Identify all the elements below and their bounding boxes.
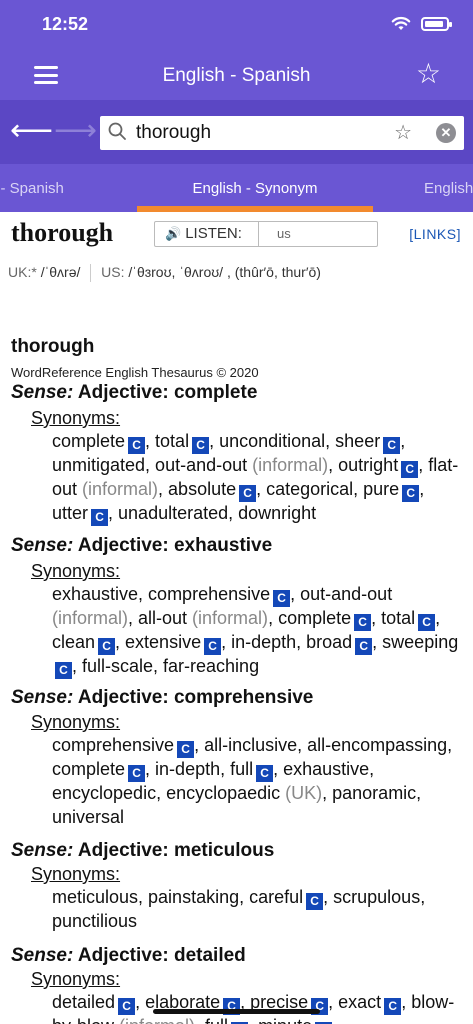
search-icon xyxy=(108,122,126,140)
synonym-list-text: comprehensive C, all-inclusive, all-encom… xyxy=(52,735,453,827)
search-box[interactable]: ☆ ✕ xyxy=(100,116,464,150)
concept-badge[interactable]: C xyxy=(91,509,109,526)
sense-heading: Sense: Adjective: detailed xyxy=(11,945,246,967)
synonyms-label: Synonyms: xyxy=(31,712,121,732)
nav-title: English - Spanish xyxy=(162,65,311,86)
synonym-list: detailed C, elaborate C, precise C, exact C,… xyxy=(52,991,464,1024)
favorite-star-icon[interactable]: ☆ xyxy=(394,120,412,145)
concept-badge[interactable]: C xyxy=(256,765,274,782)
star-icon[interactable]: ☆ xyxy=(416,60,441,88)
synonym-list: exhaustive, comprehensive C, out-and-out … xyxy=(52,583,464,679)
tab-english-next[interactable]: English xyxy=(424,180,473,197)
entry-content: thorough 🔊 LISTEN: us [LINKS] UK:* /ˈθʌrə… xyxy=(0,212,473,1024)
sense-prefix: Sense: xyxy=(11,382,74,403)
synonyms-label: Synonyms: xyxy=(31,864,121,884)
concept-badge[interactable]: C xyxy=(418,614,436,631)
concept-badge[interactable]: C xyxy=(401,461,419,478)
concept-badge[interactable]: C xyxy=(273,590,291,607)
dictionary-tabs: h - Spanish English - Synonym English xyxy=(0,164,473,212)
concept-badge[interactable]: C xyxy=(402,485,420,502)
concept-badge[interactable]: C xyxy=(177,741,195,758)
sense-prefix: Sense: xyxy=(11,535,74,556)
pronunciation: UK:* /ˈθʌrə/ US: /ˈθɜroʊ, ˈθʌroʊ/ , (thû… xyxy=(8,264,321,283)
sense-heading: Sense: Adjective: exhaustive xyxy=(11,535,272,557)
battery-icon xyxy=(421,17,452,31)
uk-label: UK:* xyxy=(8,264,37,280)
tab-english-synonym[interactable]: English - Synonym xyxy=(137,180,373,197)
sense-heading: Sense: Adjective: meticulous xyxy=(11,840,274,862)
concept-badge[interactable]: C xyxy=(55,662,72,679)
synonym-list-text: meticulous, painstaking, careful C, scrup… xyxy=(52,887,426,931)
speaker-icon: 🔊 xyxy=(165,226,182,241)
synonyms-label: Synonyms: xyxy=(31,408,121,428)
concept-badge[interactable]: C xyxy=(192,437,210,454)
listen-control: 🔊 LISTEN: us xyxy=(154,221,378,247)
synonym-list: comprehensive C, all-inclusive, all-encom… xyxy=(52,734,464,829)
us-label: US: xyxy=(101,264,125,280)
status-icons xyxy=(391,16,452,32)
sense-prefix: Sense: xyxy=(11,840,74,861)
concept-badge[interactable]: C xyxy=(306,893,324,910)
sense-prefix: Sense: xyxy=(11,687,74,708)
synonym-list: complete C, total C, unconditional, sheer C… xyxy=(52,430,464,526)
synonym-list-text: exhaustive, comprehensive C, out-and-out … xyxy=(52,584,459,679)
sense-heading: Sense: Adjective: comprehensive xyxy=(11,687,313,709)
divider xyxy=(90,264,92,283)
forward-arrow-icon[interactable]: ⟶ xyxy=(54,116,97,146)
concept-badge[interactable]: C xyxy=(118,998,136,1015)
synonym-list-text: detailed C, elaborate C, precise C, exact C,… xyxy=(52,992,454,1024)
concept-badge[interactable]: C xyxy=(128,765,146,782)
accent-select[interactable]: us xyxy=(259,222,377,246)
concept-badge[interactable]: C xyxy=(98,638,116,655)
synonyms-label: Synonyms: xyxy=(31,969,121,989)
status-time: 12:52 xyxy=(42,14,89,34)
listen-button[interactable]: 🔊 LISTEN: xyxy=(155,222,259,246)
uk-ipa: /ˈθʌrə/ xyxy=(40,264,81,280)
concept-badge[interactable]: C xyxy=(239,485,257,502)
sense-title: Adjective: comprehensive xyxy=(77,687,314,708)
app-header: 12:52 English - Spanish ☆ ⟵ ⟶ ☆ ✕ h - Sp… xyxy=(0,0,473,212)
sense-prefix: Sense: xyxy=(11,945,74,966)
sense-title: Adjective: complete xyxy=(77,382,258,403)
concept-badge[interactable]: C xyxy=(128,437,146,454)
copyright: WordReference English Thesaurus © 2020 xyxy=(11,365,259,380)
wifi-icon xyxy=(391,16,411,30)
back-arrow-icon[interactable]: ⟵ xyxy=(10,116,53,146)
links-button[interactable]: [LINKS] xyxy=(409,226,461,242)
search-input[interactable] xyxy=(136,121,376,145)
listen-label: LISTEN: xyxy=(185,225,242,242)
us-ipa: /ˈθɜroʊ, ˈθʌroʊ/ , (thûr′ō, thur′ō) xyxy=(128,264,321,280)
concept-badge[interactable]: C xyxy=(204,638,222,655)
concept-badge[interactable]: C xyxy=(354,614,372,631)
navbar: English - Spanish ☆ xyxy=(0,52,473,100)
synonym-list: meticulous, painstaking, careful C, scrup… xyxy=(52,886,464,934)
synonym-list-text: complete C, total C, unconditional, sheer C… xyxy=(52,431,459,526)
sense-title: Adjective: meticulous xyxy=(77,840,275,861)
concept-badge[interactable]: C xyxy=(384,998,402,1015)
thesaurus-word: thorough xyxy=(11,336,95,357)
synonyms-label: Synonyms: xyxy=(31,561,121,581)
clear-icon[interactable]: ✕ xyxy=(436,123,456,143)
sense-title: Adjective: exhaustive xyxy=(77,535,273,556)
sense-heading: Sense: Adjective: complete xyxy=(11,382,257,404)
tab-english-spanish[interactable]: h - Spanish xyxy=(0,180,64,197)
headword: thorough xyxy=(11,218,114,247)
concept-badge[interactable]: C xyxy=(355,638,373,655)
home-indicator[interactable] xyxy=(153,1009,320,1014)
sense-title: Adjective: detailed xyxy=(77,945,246,966)
concept-badge[interactable]: C xyxy=(383,437,401,454)
search-row: ⟵ ⟶ ☆ ✕ xyxy=(0,100,473,164)
